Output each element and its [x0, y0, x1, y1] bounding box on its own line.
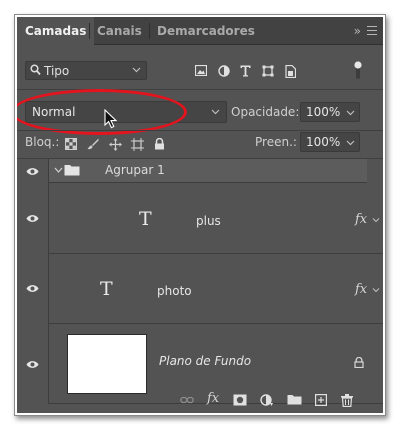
chevron-down-icon: [346, 110, 355, 116]
layer-name: photo: [157, 284, 192, 298]
layer-name: plus: [196, 214, 221, 228]
layer-effects-icon[interactable]: fx: [355, 212, 367, 227]
adjustment-filter-icon[interactable]: [218, 65, 230, 77]
move-icon[interactable]: [109, 138, 122, 151]
lock-icon[interactable]: [354, 357, 364, 368]
filter-toggle-icon[interactable]: [354, 60, 362, 80]
layer-name: Plano de Fundo: [159, 354, 252, 368]
opacity-input[interactable]: 100%: [300, 102, 360, 122]
folder-icon: [64, 165, 80, 176]
highlight-ellipse: [17, 89, 187, 135]
panel-tab-bar: Camadas Canais Demarcadores »: [17, 17, 383, 46]
layers-bottom-toolbar: fx: [17, 388, 383, 413]
layer-effects-icon[interactable]: fx: [355, 282, 367, 297]
layer-filter-select[interactable]: Tipo: [25, 61, 147, 80]
visibility-column: [17, 184, 49, 254]
artboard-icon[interactable]: [131, 138, 144, 151]
fill-input[interactable]: 100%: [300, 132, 360, 152]
delete-layer-icon[interactable]: [341, 394, 353, 407]
visibility-column: [17, 159, 49, 184]
chevron-down-icon[interactable]: [54, 167, 63, 174]
opacity-label: Opacidade:: [231, 105, 300, 119]
search-icon: [30, 64, 41, 76]
shape-filter-icon[interactable]: [262, 65, 274, 77]
opacity-value: 100%: [306, 105, 341, 119]
eye-icon[interactable]: [26, 167, 39, 176]
mouse-cursor-icon: [104, 109, 118, 129]
chevron-down-icon[interactable]: [372, 217, 380, 224]
layer-row-photo[interactable]: T photo fx: [49, 254, 383, 324]
new-group-folder-icon[interactable]: [287, 394, 302, 405]
link-layers-icon[interactable]: [180, 394, 194, 406]
tab-camadas[interactable]: Camadas: [17, 17, 95, 46]
smart-object-filter-icon[interactable]: [285, 65, 296, 78]
chevron-down-icon: [346, 140, 355, 146]
new-layer-icon[interactable]: [315, 394, 327, 406]
layers-panel: Camadas Canais Demarcadores » Tipo Norma…: [17, 17, 383, 413]
lock-transparent-pixels-icon[interactable]: [65, 138, 77, 150]
filter-label: Tipo: [44, 64, 70, 78]
divider: [17, 130, 383, 131]
eye-icon[interactable]: [26, 214, 39, 223]
panel-menu-icon[interactable]: [367, 26, 377, 36]
fill-label: Preen.:: [255, 135, 297, 149]
tab-demarcadores[interactable]: Demarcadores: [149, 17, 263, 45]
add-mask-icon[interactable]: [233, 394, 247, 406]
screenshot-frame: Camadas Canais Demarcadores » Tipo Norma…: [14, 14, 386, 416]
text-layer-icon: T: [100, 278, 113, 300]
lock-all-icon[interactable]: [154, 138, 165, 150]
add-layer-style-icon[interactable]: fx: [207, 391, 219, 406]
layer-thumbnail: [67, 334, 147, 394]
eye-icon[interactable]: [26, 360, 39, 369]
chevron-down-icon[interactable]: [372, 287, 380, 294]
chevron-down-icon: [132, 67, 141, 73]
image-filter-icon[interactable]: [195, 65, 207, 76]
adjustment-layer-icon[interactable]: [260, 394, 274, 408]
layer-row-plus[interactable]: T plus fx: [49, 184, 383, 254]
layer-group-row[interactable]: Agrupar 1: [49, 159, 367, 183]
visibility-column: [17, 254, 49, 324]
type-filter-icon[interactable]: [240, 65, 251, 77]
tab-canais[interactable]: Canais: [89, 17, 150, 45]
text-layer-icon: T: [139, 208, 152, 230]
layer-name: Agrupar 1: [105, 163, 165, 177]
eye-icon[interactable]: [26, 284, 39, 293]
fill-value: 100%: [306, 135, 341, 149]
brush-icon[interactable]: [87, 138, 99, 150]
chevron-down-icon: [211, 109, 220, 115]
collapse-panel-button[interactable]: »: [354, 17, 361, 45]
lock-label: Bloq.:: [25, 135, 60, 149]
